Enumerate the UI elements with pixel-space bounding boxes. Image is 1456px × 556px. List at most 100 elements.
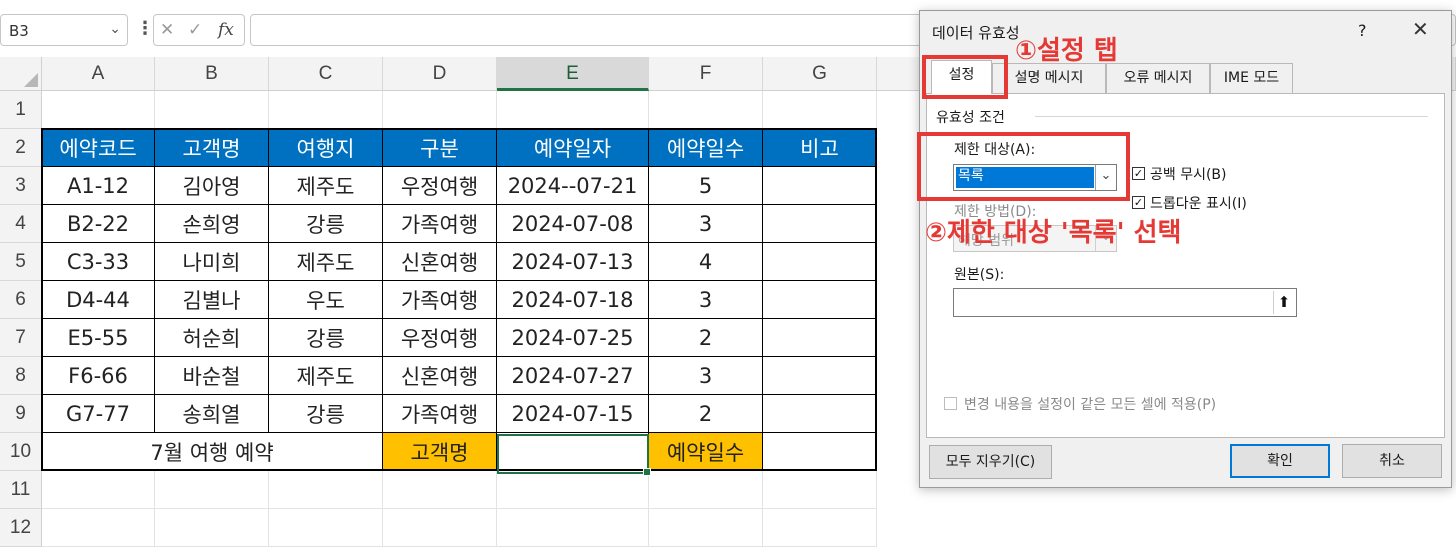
tab-ime-mode[interactable]: IME 모드 [1210,63,1293,93]
table-cell[interactable]: 우도 [269,281,383,319]
table-cell[interactable] [763,357,877,395]
table-header-cell[interactable]: 고객명 [155,129,269,167]
range-select-icon[interactable]: ⬆ [1273,291,1294,314]
table-cell[interactable]: 2 [649,395,763,433]
table-cell[interactable]: 제주도 [269,357,383,395]
table-cell[interactable]: 허순희 [155,319,269,357]
row-header[interactable]: 3 [0,167,42,205]
table-cell[interactable]: 제주도 [269,167,383,205]
in-cell-dropdown-checkbox[interactable]: ✓ [1132,196,1145,209]
cancel-button[interactable]: 취소 [1342,444,1442,478]
table-cell[interactable] [763,319,877,357]
table-cell[interactable]: 강릉 [269,319,383,357]
table-cell[interactable]: C3-33 [42,243,155,281]
cell[interactable] [383,471,497,509]
table-cell[interactable]: 바순철 [155,357,269,395]
cell[interactable] [497,471,649,509]
apply-all-checkbox[interactable] [944,397,957,410]
column-header[interactable]: G [763,57,877,91]
table-cell[interactable]: 가족여행 [383,205,497,243]
table-cell[interactable] [763,243,877,281]
cell[interactable] [383,509,497,547]
row-header[interactable]: 12 [0,509,42,547]
table-header-cell[interactable]: 에약코드 [42,129,155,167]
x-icon[interactable]: ✕ [160,20,174,40]
row-header[interactable]: 5 [0,243,42,281]
cell[interactable] [269,509,383,547]
tab-settings[interactable]: 설정 [931,60,992,94]
table-cell[interactable]: G7-77 [42,395,155,433]
name-box[interactable]: B3 ⌄ [0,14,128,46]
cell[interactable] [42,471,155,509]
column-header[interactable]: C [269,57,383,91]
tab-input-message[interactable]: 설명 메시지 [992,63,1106,93]
cell[interactable] [155,509,269,547]
table-cell[interactable]: 가족여행 [383,281,497,319]
cell[interactable] [42,509,155,547]
table-cell[interactable]: 신혼여행 [383,357,497,395]
table-cell[interactable]: 2024-07-25 [497,319,649,357]
cell[interactable] [383,91,497,129]
cell[interactable] [269,471,383,509]
table-cell[interactable]: 우정여행 [383,167,497,205]
table-cell[interactable]: 손희영 [155,205,269,243]
table-cell[interactable] [763,281,877,319]
table-cell[interactable]: 4 [649,243,763,281]
table-cell[interactable]: 2024-07-13 [497,243,649,281]
row-header[interactable]: 8 [0,357,42,395]
table-cell[interactable]: 3 [649,205,763,243]
clear-all-button[interactable]: 모두 지우기(C) [929,445,1052,479]
table-cell[interactable]: 우정여행 [383,319,497,357]
cell[interactable] [649,91,763,129]
table-cell[interactable]: D4-44 [42,281,155,319]
table-cell[interactable]: 나미희 [155,243,269,281]
tab-error-alert[interactable]: 오류 메시지 [1106,63,1210,93]
table-cell[interactable]: 김별나 [155,281,269,319]
column-header[interactable]: F [649,57,763,91]
table-header-cell[interactable]: 에약일수 [649,129,763,167]
table-cell[interactable]: E5-55 [42,319,155,357]
column-header[interactable]: E [497,57,649,91]
help-button[interactable]: ? [1358,21,1367,40]
ignore-blank-checkbox[interactable]: ✓ [1132,167,1145,180]
table-cell[interactable]: 2024--07-21 [497,167,649,205]
merged-title-cell[interactable]: 7월 여행 예약 [42,433,383,471]
column-header[interactable]: B [155,57,269,91]
fx-icon[interactable]: fx [218,20,234,40]
table-header-cell[interactable]: 비고 [763,129,877,167]
table-cell[interactable]: 제주도 [269,243,383,281]
table-cell[interactable]: A1-12 [42,167,155,205]
table-header-cell[interactable]: 여행지 [269,129,383,167]
cell[interactable] [497,91,649,129]
cell[interactable] [649,509,763,547]
table-cell[interactable] [763,167,877,205]
row-header[interactable]: 6 [0,281,42,319]
table-cell[interactable]: 강릉 [269,205,383,243]
chevron-down-icon[interactable]: ⌄ [109,21,121,37]
row-header[interactable]: 7 [0,319,42,357]
table-cell[interactable]: 신혼여행 [383,243,497,281]
table-header-cell[interactable]: 구분 [383,129,497,167]
cell[interactable] [763,509,877,547]
cell[interactable] [42,91,155,129]
row-header[interactable]: 11 [0,471,42,509]
table-cell[interactable]: 2024-07-27 [497,357,649,395]
close-icon[interactable]: ✕ [1412,17,1429,41]
cell[interactable] [155,91,269,129]
row-header[interactable]: 9 [0,395,42,433]
table-cell[interactable]: 3 [649,357,763,395]
check-icon[interactable]: ✓ [188,20,202,40]
table-header-cell[interactable]: 예약일자 [497,129,649,167]
table-cell[interactable]: B2-22 [42,205,155,243]
table-cell[interactable]: 3 [649,281,763,319]
days-label-cell[interactable]: 예약일수 [649,433,763,471]
row-header[interactable]: 1 [0,91,42,129]
table-cell[interactable]: 2024-07-08 [497,205,649,243]
table-cell[interactable]: 2 [649,319,763,357]
table-cell[interactable]: 강릉 [269,395,383,433]
customer-label-cell[interactable]: 고객명 [383,433,497,471]
table-cell[interactable]: 송희열 [155,395,269,433]
row-header[interactable]: 2 [0,129,42,167]
ok-button[interactable]: 확인 [1230,444,1330,478]
table-cell[interactable]: 2024-07-18 [497,281,649,319]
